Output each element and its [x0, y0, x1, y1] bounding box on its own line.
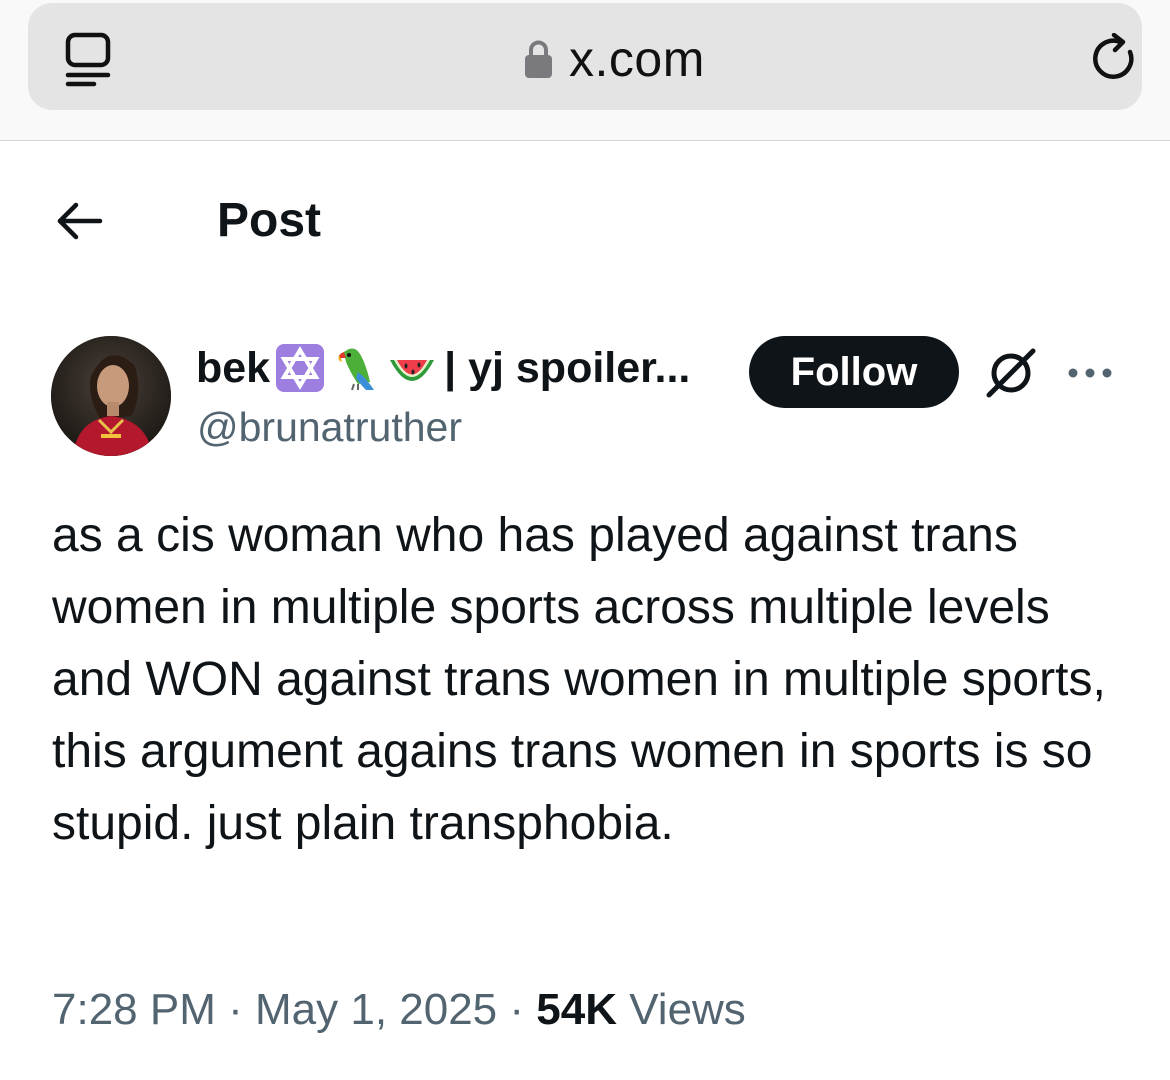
tweet-meta: 7:28 PM · May 1, 2025 · 54K Views	[52, 980, 746, 1040]
tabs-icon[interactable]	[64, 31, 112, 89]
tweet-date[interactable]: May 1, 2025	[255, 985, 497, 1034]
browser-toolbar: x.com	[0, 0, 1170, 141]
more-options-icon[interactable]	[1066, 362, 1114, 384]
star-of-david-emoji	[274, 342, 326, 394]
meta-separator: ·	[509, 985, 525, 1034]
follow-button[interactable]: Follow	[749, 336, 959, 408]
tweet-time[interactable]: 7:28 PM	[52, 985, 216, 1034]
author-handle[interactable]: @brunatruther	[197, 402, 462, 452]
parrot-emoji	[330, 342, 382, 394]
meta-separator: ·	[228, 985, 243, 1034]
lock-icon	[524, 39, 553, 79]
back-arrow-icon[interactable]	[56, 200, 104, 242]
views-count[interactable]: 54K	[536, 985, 617, 1034]
grok-icon[interactable]	[983, 345, 1039, 401]
display-name: bek	[196, 343, 271, 392]
page-title: Post	[217, 194, 322, 247]
reload-icon[interactable]	[1092, 32, 1140, 83]
address-bar[interactable]: x.com	[28, 3, 1142, 110]
avatar[interactable]	[51, 336, 171, 456]
views-label: Views	[629, 985, 746, 1034]
author-name[interactable]: bek | yj spoiler...	[196, 338, 690, 398]
url-text[interactable]: x.com	[569, 29, 705, 89]
watermelon-emoji	[386, 342, 438, 394]
display-name-suffix: | yj spoiler...	[444, 343, 691, 392]
tweet-text: as a cis woman who has played against tr…	[52, 509, 1106, 850]
